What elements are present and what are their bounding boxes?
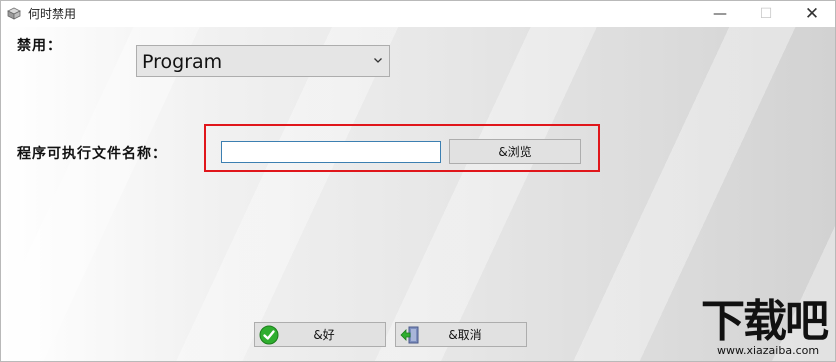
minimize-button[interactable]: —: [697, 1, 743, 27]
file-name-label: 程序可执行文件名称：: [17, 146, 167, 162]
ok-button[interactable]: &好: [254, 322, 386, 347]
disable-type-select[interactable]: Program: [136, 45, 390, 77]
disable-type-value: Program: [142, 51, 223, 73]
watermark-url: www.xiazaiba.com: [717, 344, 820, 357]
app-icon: [7, 7, 21, 20]
file-name-input[interactable]: [221, 141, 441, 163]
cancel-button[interactable]: &取消: [395, 322, 527, 347]
browse-button[interactable]: &浏览: [449, 139, 581, 164]
dialog-body: 禁用： Program 程序可执行文件名称： &浏览 &好 &取消 下载吧 ww…: [1, 27, 835, 361]
ok-button-label: &好: [313, 328, 335, 342]
maximize-button[interactable]: ☐: [743, 1, 789, 27]
chevron-down-icon: [374, 58, 382, 63]
close-button[interactable]: ✕: [789, 1, 835, 27]
exit-door-icon: [400, 326, 419, 344]
browse-button-label: &浏览: [498, 145, 532, 159]
window-title: 何时禁用: [28, 7, 77, 21]
green-check-icon: [259, 325, 279, 345]
disable-label: 禁用：: [17, 38, 62, 54]
watermark-brand: 下载吧: [701, 296, 829, 347]
cancel-button-label: &取消: [448, 328, 482, 342]
dialog-window: 何时禁用 — ☐ ✕ 禁用： Program 程序可执行文件名称： &浏览 &好: [0, 0, 836, 362]
watermark-logo: 下载吧 www.xiazaiba.com: [701, 297, 835, 361]
title-bar: 何时禁用 — ☐ ✕: [1, 1, 835, 27]
